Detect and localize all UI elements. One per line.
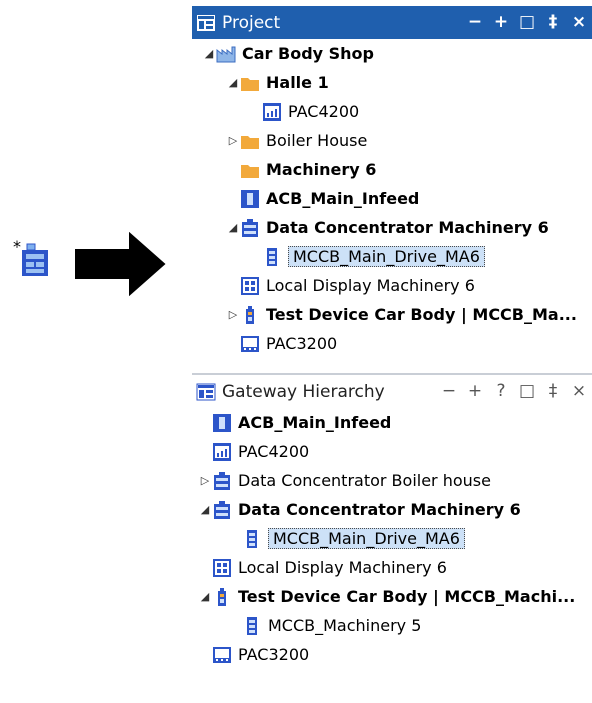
project-panel-title: Project [222, 12, 281, 33]
tree-item-data-concentrator-boiler-house[interactable]: ▷ Data Concentrator Boiler house [192, 466, 592, 495]
expand-icon[interactable]: ▷ [226, 308, 240, 321]
tree-item-label: Boiler House [266, 131, 368, 150]
tree-item-test-device-car-body[interactable]: ▷ Test Device Car Body | MCCB_Ma... [192, 300, 592, 329]
maximize-button[interactable]: □ [514, 375, 540, 408]
tree-item-label: Data Concentrator Machinery 6 [266, 218, 549, 237]
new-gateway-device-icon: * [13, 238, 48, 276]
tree-item-label: Data Concentrator Machinery 6 [238, 500, 521, 519]
tree-item-label: Test Device Car Body | MCCB_Ma... [266, 305, 577, 324]
tree-item-label: Data Concentrator Boiler house [238, 471, 491, 490]
tree-item-label: PAC3200 [266, 334, 338, 353]
close-button[interactable]: × [566, 6, 592, 39]
tree-item-acb-main-infeed[interactable]: ACB_Main_Infeed [192, 184, 592, 213]
minimize-button[interactable]: − [462, 6, 488, 39]
tree-item-halle-1[interactable]: ◢ Halle 1 [192, 68, 592, 97]
tree-item-label: ACB_Main_Infeed [266, 189, 420, 208]
right-arrow-icon [75, 232, 166, 296]
tree-item-label: MCCB_Machinery 5 [268, 616, 422, 635]
folder-icon [241, 164, 259, 178]
expand-icon[interactable]: ▷ [198, 474, 212, 487]
tree-item-boiler-house[interactable]: ▷ Boiler House [192, 126, 592, 155]
tree-item-label: Local Display Machinery 6 [266, 276, 475, 295]
project-tree: ◢ Car Body Shop ◢ Halle 1 PAC4200 ▷ Boil… [192, 39, 592, 358]
tree-item-test-device-car-body[interactable]: ◢ Test Device Car Body | MCCB_Machi... [192, 582, 592, 611]
add-button[interactable]: + [462, 375, 488, 408]
factory-icon [216, 46, 236, 62]
breaker-icon [241, 189, 259, 208]
project-panel: Project − + □ ‡ × ◢ Car Body Shop ◢ Hall… [192, 6, 592, 368]
gateway-titlebar: Gateway Hierarchy − + ? □ ‡ × [192, 373, 592, 408]
maximize-button[interactable]: □ [514, 6, 540, 39]
pin-button[interactable]: ‡ [540, 6, 566, 39]
tree-item-label-selected: MCCB_Main_Drive_MA6 [268, 528, 465, 549]
tree-item-machinery-6[interactable]: Machinery 6 [192, 155, 592, 184]
folder-icon [241, 77, 259, 91]
svg-text:*: * [13, 238, 21, 256]
tree-item-pac3200[interactable]: PAC3200 [192, 329, 592, 358]
tree-item-pac4200[interactable]: PAC4200 [192, 437, 592, 466]
mccb-icon [267, 247, 277, 266]
tree-item-label: PAC4200 [238, 442, 310, 461]
display-icon [241, 276, 259, 295]
collapse-icon[interactable]: ◢ [202, 47, 216, 60]
gateway-hierarchy-panel: Gateway Hierarchy − + ? □ ‡ × ACB_Main_I… [192, 373, 592, 703]
tree-item-label: Local Display Machinery 6 [238, 558, 447, 577]
tree-item-data-concentrator-machinery-6[interactable]: ◢ Data Concentrator Machinery 6 [192, 213, 592, 242]
tree-item-label: Halle 1 [266, 73, 329, 92]
tree-item-mccb-machinery-5[interactable]: MCCB_Machinery 5 [192, 611, 592, 640]
concentrator-icon [214, 471, 230, 490]
gateway-tree: ACB_Main_Infeed PAC4200 ▷ Data Concentra… [192, 408, 592, 669]
tree-item-label-selected: MCCB_Main_Drive_MA6 [288, 246, 485, 267]
minimize-button[interactable]: − [436, 375, 462, 408]
concentrator-icon [214, 500, 230, 519]
tree-item-data-concentrator-machinery-6[interactable]: ◢ Data Concentrator Machinery 6 [192, 495, 592, 524]
tree-item-mccb-main-drive-ma6[interactable]: MCCB_Main_Drive_MA6 [192, 242, 592, 271]
tree-item-label: ACB_Main_Infeed [238, 413, 392, 432]
display-icon [213, 558, 231, 577]
add-button[interactable]: + [488, 6, 514, 39]
gateway-panel-title: Gateway Hierarchy [222, 381, 385, 402]
meter-icon [263, 102, 281, 121]
pac3200-icon [213, 646, 231, 663]
concentrator-icon [242, 218, 258, 237]
mccb-icon [247, 529, 257, 548]
breaker-icon [213, 413, 231, 432]
collapse-icon[interactable]: ◢ [226, 221, 240, 234]
tree-item-car-body-shop[interactable]: ◢ Car Body Shop [192, 39, 592, 68]
tree-item-label: Test Device Car Body | MCCB_Machi... [238, 587, 576, 606]
tree-item-acb-main-infeed[interactable]: ACB_Main_Infeed [192, 408, 592, 437]
close-button[interactable]: × [566, 375, 592, 408]
test-device-icon [246, 305, 254, 324]
meter-icon [213, 442, 231, 461]
tree-item-mccb-main-drive-ma6[interactable]: MCCB_Main_Drive_MA6 [192, 524, 592, 553]
tree-item-local-display-machinery-6[interactable]: Local Display Machinery 6 [192, 553, 592, 582]
tree-item-label: Machinery 6 [266, 160, 377, 179]
pin-button[interactable]: ‡ [540, 375, 566, 408]
collapse-icon[interactable]: ◢ [226, 76, 240, 89]
tree-item-label: Car Body Shop [242, 44, 374, 63]
tree-item-pac4200[interactable]: PAC4200 [192, 97, 592, 126]
expand-icon[interactable]: ▷ [226, 134, 240, 147]
pac3200-icon [241, 335, 259, 352]
project-titlebar: Project − + □ ‡ × [192, 6, 592, 39]
collapse-icon[interactable]: ◢ [198, 503, 212, 516]
tree-item-local-display-machinery-6[interactable]: Local Display Machinery 6 [192, 271, 592, 300]
tree-item-pac3200[interactable]: PAC3200 [192, 640, 592, 669]
collapse-icon[interactable]: ◢ [198, 590, 212, 603]
gateway-hierarchy-icon [196, 383, 216, 400]
mccb-icon [247, 616, 257, 635]
tree-item-label: PAC3200 [238, 645, 310, 664]
project-tree-icon [197, 14, 215, 31]
folder-icon [241, 135, 259, 149]
test-device-icon [218, 587, 226, 606]
help-button[interactable]: ? [488, 375, 514, 408]
tree-item-label: PAC4200 [288, 102, 360, 121]
